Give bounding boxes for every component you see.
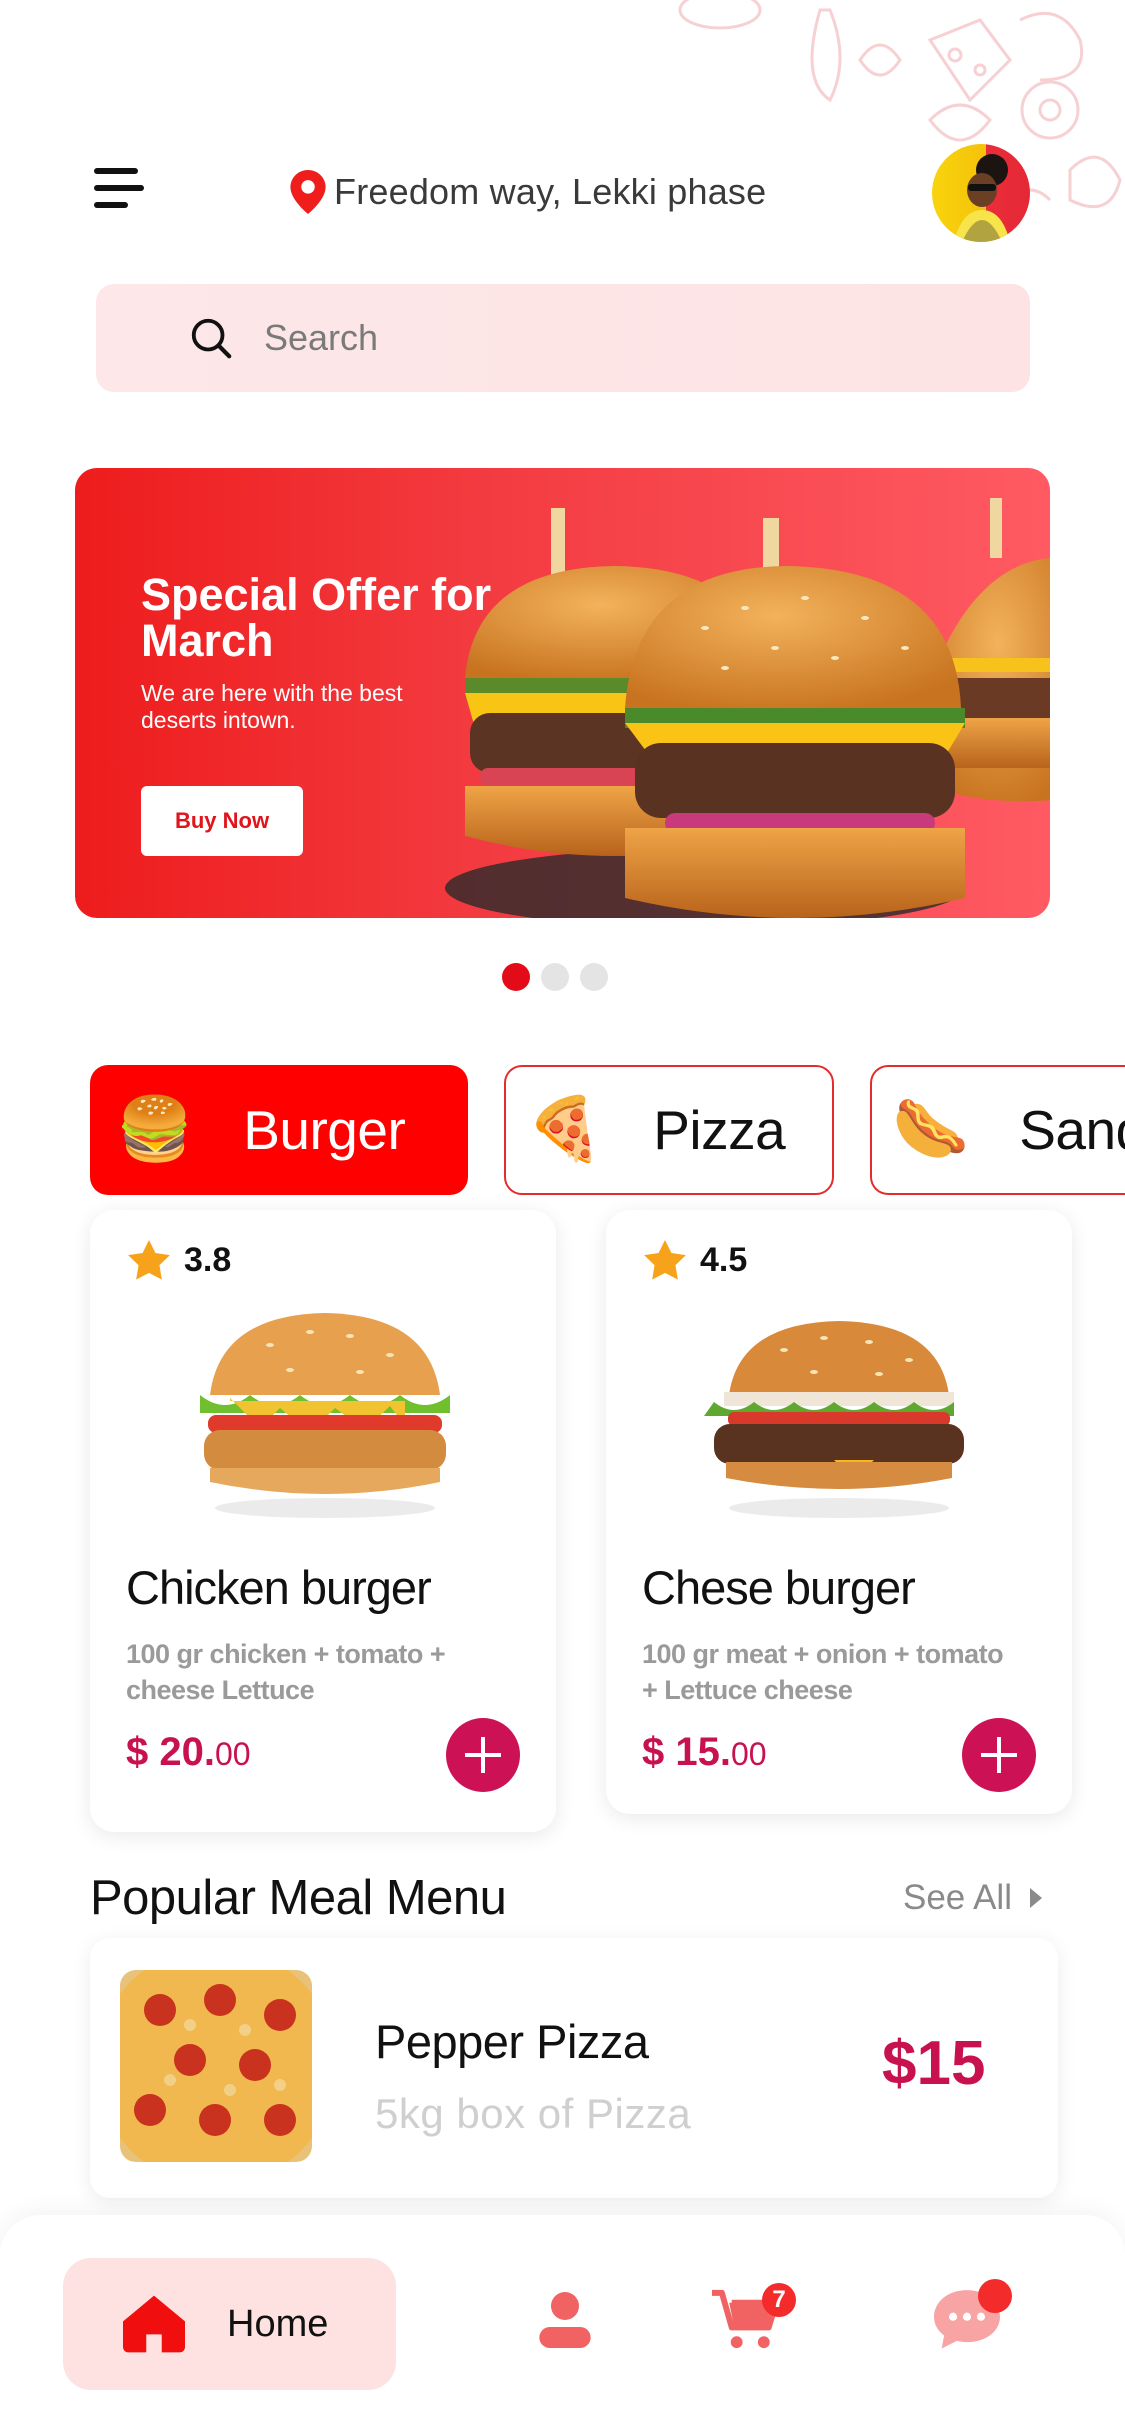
popular-meal-item[interactable]: Pepper Pizza 5kg box of Pizza $15	[90, 1938, 1058, 2198]
chicken-burger-image	[200, 1313, 450, 1518]
star-icon	[644, 1240, 686, 1280]
product-price: $ 20.00	[126, 1730, 251, 1775]
product-title: Chese burger	[642, 1561, 916, 1614]
category-label: Sand	[1019, 1099, 1125, 1161]
meal-price: $15	[882, 2029, 986, 2098]
section-title: Popular Meal Menu	[90, 1871, 507, 1925]
search-icon	[191, 318, 232, 359]
see-all-label: See All	[903, 1878, 1012, 1917]
rating-value: 3.8	[184, 1240, 232, 1279]
cheese-burger-image	[704, 1321, 964, 1518]
menu-button[interactable]	[94, 164, 146, 212]
add-to-cart-button[interactable]	[446, 1718, 520, 1792]
home-icon	[123, 2295, 185, 2353]
location-selector[interactable]: Freedom way, Lekki phase	[290, 168, 766, 216]
promo-banner[interactable]: Special Offer for March We are here with…	[75, 468, 1050, 918]
price-cents: 00	[730, 1736, 767, 1772]
carousel-dot[interactable]	[580, 963, 608, 991]
burger-icon: 🍔	[116, 1095, 194, 1164]
add-to-cart-button[interactable]	[962, 1718, 1036, 1792]
chat-notification-dot	[978, 2279, 1012, 2313]
caret-right-icon	[1029, 1888, 1042, 1908]
category-label: Burger	[243, 1099, 406, 1161]
meal-subtitle: 5kg box of Pizza	[375, 2090, 692, 2137]
bottom-navigation: Home 7	[0, 2215, 1125, 2436]
search-bar[interactable]	[96, 284, 1030, 392]
profile-icon[interactable]	[537, 2289, 593, 2351]
product-description: 100 gr meat + onion + tomato + Lettuce c…	[642, 1639, 1004, 1705]
pizza-image	[120, 1970, 312, 2162]
home-label: Home	[227, 2302, 329, 2345]
price-cents: 00	[214, 1736, 251, 1772]
pizza-icon: 🍕	[526, 1095, 604, 1164]
star-icon	[128, 1240, 170, 1280]
carousel-dot[interactable]	[541, 963, 569, 991]
nav-home[interactable]: Home	[63, 2258, 396, 2390]
carousel-indicator	[502, 963, 608, 991]
meal-title: Pepper Pizza	[375, 2015, 649, 2068]
food-doodles-decoration	[678, 0, 1122, 209]
burgers-image	[445, 498, 1050, 918]
cart-badge: 7	[762, 2283, 796, 2317]
user-avatar-image	[932, 144, 1030, 242]
rating-value: 4.5	[700, 1240, 748, 1279]
carousel-dot[interactable]	[502, 963, 530, 991]
product-card[interactable]: 3.8 Chicken burger 100 gr chicken + toma…	[90, 1210, 556, 1832]
product-card[interactable]: 4.5 Chese burger 100 gr meat + onion + t…	[606, 1210, 1072, 1814]
location-text: Freedom way, Lekki phase	[334, 171, 767, 212]
banner-subtitle: We are here with the best deserts intown…	[141, 680, 403, 733]
product-description: 100 gr chicken + tomato + cheese Lettuce	[126, 1639, 446, 1705]
see-all-link[interactable]: See All	[903, 1878, 1044, 1918]
price-main: $ 15.	[642, 1730, 731, 1774]
banner-title: Special Offer for March	[141, 569, 492, 666]
rating: 4.5	[644, 1240, 747, 1280]
category-label: Pizza	[653, 1099, 786, 1161]
avatar[interactable]	[932, 144, 1030, 242]
product-price: $ 15.00	[642, 1730, 767, 1775]
product-title: Chicken burger	[126, 1561, 432, 1614]
location-pin-icon	[290, 170, 326, 214]
rating: 3.8	[128, 1240, 231, 1280]
price-main: $ 20.	[126, 1730, 215, 1774]
category-pizza[interactable]: 🍕 Pizza	[504, 1065, 834, 1195]
category-burger[interactable]: 🍔 Burger	[90, 1065, 468, 1195]
buy-now-button[interactable]: Buy Now	[141, 786, 303, 856]
search-input[interactable]	[264, 317, 864, 359]
category-sandwich[interactable]: 🌭 Sand	[870, 1065, 1125, 1195]
hotdog-icon: 🌭	[892, 1095, 970, 1164]
